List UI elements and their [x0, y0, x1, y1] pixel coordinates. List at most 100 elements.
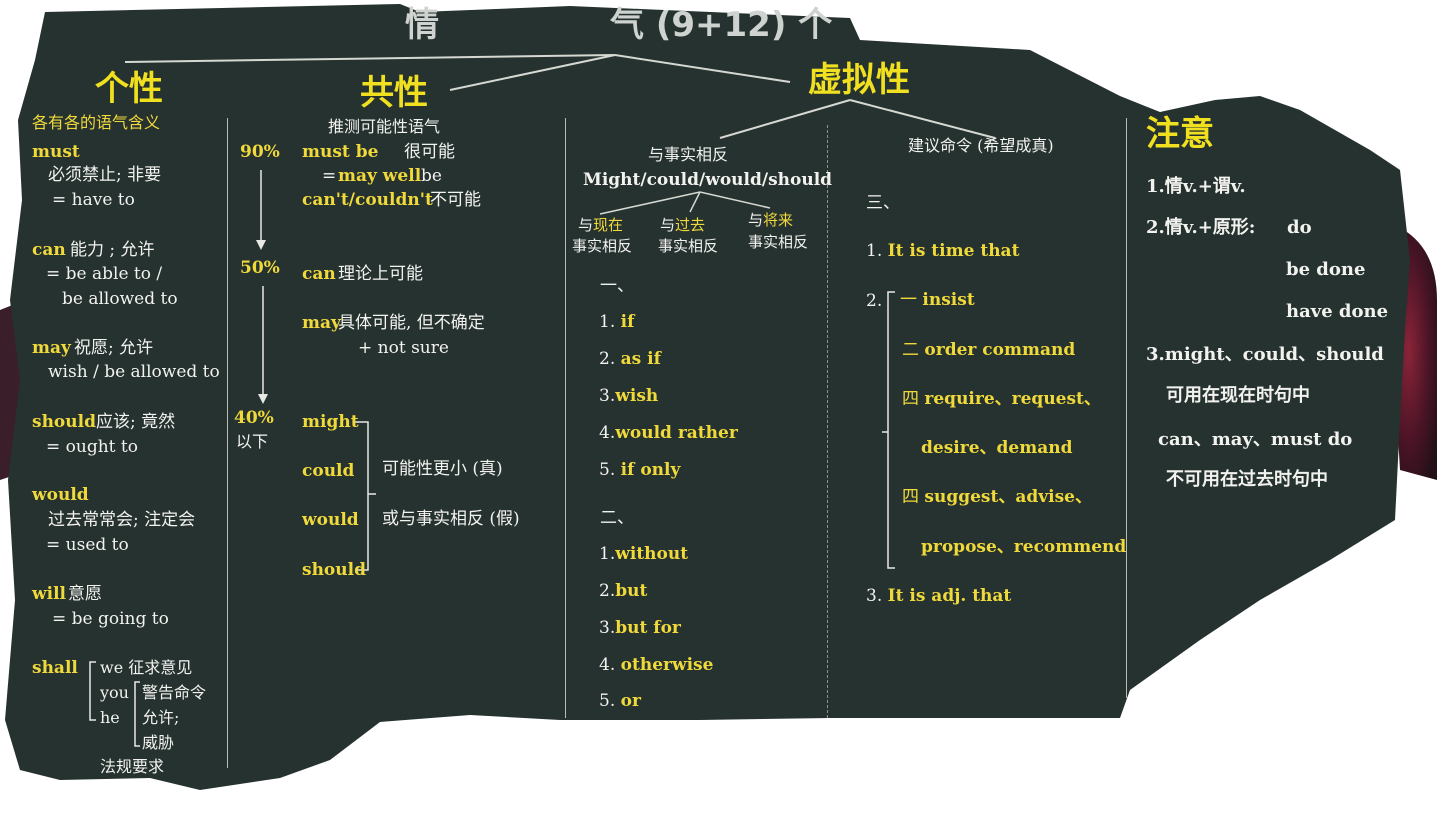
heading-individual: 个性	[95, 69, 163, 109]
note-2-be-done: be done	[1286, 259, 1366, 280]
group-two-item: 1.without	[599, 544, 689, 564]
less-likely-true: 可能性更小 (真)	[382, 459, 503, 479]
shall-allow: 允许;	[142, 708, 180, 727]
contrary-now: 与现在	[578, 216, 624, 234]
item-two-number: 2.	[866, 291, 883, 311]
would-equivalent: = used to	[46, 535, 129, 555]
percent-50: 50%	[240, 258, 280, 278]
contrary-future: 与将来	[748, 211, 794, 229]
verb-order: 二 order command	[902, 340, 1076, 360]
modal-can: can	[32, 240, 66, 260]
can-theoretical-meaning: 理论上可能	[338, 264, 423, 284]
shall-threat: 威胁	[142, 733, 175, 752]
contrary-future-label: 事实相反	[748, 233, 809, 251]
note-2-do: do	[1287, 217, 1312, 238]
will-meaning: 意愿	[68, 584, 102, 604]
can-equivalent-2: be allowed to	[62, 289, 178, 309]
should-equivalent: = ought to	[46, 437, 138, 457]
verb-insist: 一 insist	[900, 290, 975, 310]
note-4: can、may、must do	[1158, 429, 1353, 450]
group-one-item: 1. if	[599, 312, 635, 332]
col1-subtitle: 各有各的语气含义	[32, 113, 161, 132]
must-be-meaning: 很可能	[404, 142, 455, 162]
should-meaning: 应该; 竟然	[96, 412, 176, 432]
modal-may: may	[32, 338, 71, 358]
heading-notes: 注意	[1146, 114, 1214, 154]
contrary-modals: Might/could/would/should	[583, 170, 833, 190]
board-title: 情	[405, 5, 439, 45]
note-2: 2.情v.+原形:	[1146, 217, 1256, 238]
modal-should: should	[32, 412, 96, 432]
group-two-item: 2.but	[599, 581, 648, 601]
it-is-time-that: 1. It is time that	[866, 241, 1020, 261]
percent-40-below: 以下	[236, 432, 269, 451]
group-two-item: 4. otherwise	[599, 655, 714, 675]
may-meaning: 祝愿; 允许	[74, 338, 154, 358]
group-one-item: 2. as if	[599, 349, 661, 369]
percent-90: 90%	[240, 142, 280, 162]
percent-40: 40%	[234, 408, 274, 428]
verb-desire: desire、demand	[921, 438, 1073, 458]
modal-should-2: should	[302, 560, 366, 580]
must-meaning: 必须禁止; 非要	[48, 165, 162, 185]
may-specific-meaning: 具体可能, 但不确定	[338, 313, 485, 333]
contrary-false: 或与事实相反 (假)	[382, 509, 520, 529]
column-divider	[227, 118, 228, 768]
group-one-item: 5. if only	[599, 460, 681, 480]
can-equivalent-1: = be able to /	[46, 264, 163, 284]
note-3: 3.might、could、should	[1146, 344, 1384, 365]
chalkboard-background	[0, 4, 1437, 790]
not-sure: + not sure	[358, 338, 449, 358]
verb-require: 四 require、request、	[902, 389, 1101, 409]
contrary-past-label: 事实相反	[658, 237, 719, 255]
may-well-be: be	[421, 166, 442, 186]
note-4-cn: 不可用在过去时句中	[1166, 469, 1328, 490]
verb-propose: propose、recommend	[921, 537, 1127, 557]
board-title-end: 气 (9+12) 个	[610, 5, 833, 45]
may-equivalent: wish / be allowed to	[48, 362, 220, 382]
cant-meaning: 不可能	[430, 190, 481, 210]
may-well-eq: =	[322, 166, 337, 186]
shall-warn: 警告命令	[142, 683, 207, 702]
group-two-item: 5. or	[599, 691, 641, 711]
modal-must: must	[32, 142, 80, 162]
may-well: may well	[338, 166, 422, 186]
modal-would: would	[32, 485, 89, 505]
note-2-have-done: have done	[1286, 301, 1389, 322]
group-three-label: 三、	[866, 193, 900, 213]
contrary-heading: 与事实相反	[648, 145, 729, 164]
shall-we: we 征求意见	[100, 658, 193, 677]
must-be: must be	[302, 142, 379, 162]
it-is-adj-that: 3. It is adj. that	[866, 586, 1012, 606]
contrary-past: 与过去	[660, 216, 706, 234]
column-divider	[1126, 118, 1127, 698]
must-equivalent: = have to	[52, 190, 135, 210]
note-1: 1.情v.+谓v.	[1146, 176, 1246, 197]
can-meaning: 能力 ; 允许	[70, 240, 155, 260]
can-theoretical: can	[302, 264, 336, 284]
group-one-label: 一、	[600, 276, 634, 296]
note-3-cn: 可用在现在时句中	[1166, 385, 1310, 406]
modal-shall: shall	[32, 658, 78, 678]
group-two-label: 二、	[600, 508, 634, 528]
group-two-item: 3.but for	[599, 618, 681, 638]
modal-might: might	[302, 412, 359, 432]
heading-virtual: 虚拟性	[808, 60, 910, 100]
heading-common: 共性	[360, 73, 428, 113]
shall-law: 法规要求	[100, 757, 165, 776]
will-equivalent: = be going to	[52, 609, 169, 629]
would-meaning: 过去常常会; 注定会	[48, 510, 196, 530]
column-divider	[565, 118, 566, 718]
verb-suggest: 四 suggest、advise、	[902, 487, 1092, 507]
group-one-item: 3.wish	[599, 386, 659, 406]
shall-you: you	[100, 683, 129, 702]
group-one-item: 4.would rather	[599, 423, 738, 443]
shall-he: he	[100, 708, 120, 727]
may-specific: may	[302, 313, 341, 333]
cant-couldnt: can't/couldn't	[302, 190, 433, 210]
contrary-now-label: 事实相反	[572, 237, 633, 255]
col4-subtitle: 建议命令 (希望成真)	[908, 136, 1054, 155]
modal-will: will	[32, 584, 67, 604]
col2-subtitle: 推测可能性语气	[328, 117, 441, 136]
modal-could: could	[302, 461, 355, 481]
